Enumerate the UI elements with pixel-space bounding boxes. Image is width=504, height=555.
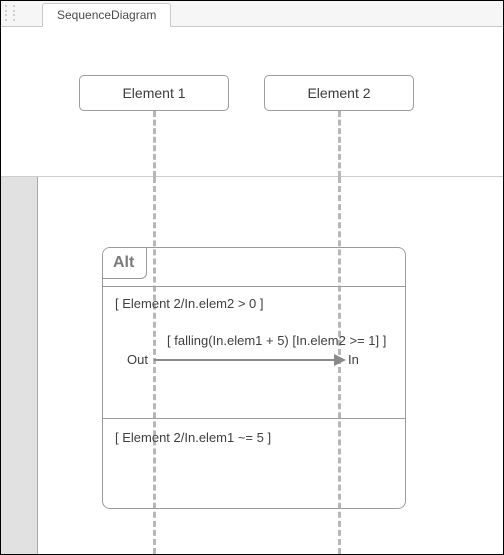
operand-2-guard[interactable]: [ Element 2/In.elem1 ~= 5 ] bbox=[115, 430, 271, 445]
tab-sequence-diagram[interactable]: SequenceDiagram bbox=[42, 3, 171, 27]
operand-divider-2 bbox=[103, 418, 405, 419]
lifeline-element-1[interactable]: Element 1 bbox=[79, 75, 229, 111]
lifeline-line-element-2 bbox=[338, 111, 341, 177]
message-1-from-label: Out bbox=[127, 352, 148, 367]
message-1-arrow[interactable] bbox=[154, 352, 344, 368]
lifeline-header-area: Element 1 Element 2 bbox=[1, 27, 503, 177]
message-1-to-label: In bbox=[348, 352, 359, 367]
operand-divider-1 bbox=[103, 286, 405, 287]
lifeline-element-2[interactable]: Element 2 bbox=[264, 75, 414, 111]
message-1-label[interactable]: [ falling(In.elem1 + 5) [In.elem2 >= 1] … bbox=[167, 333, 386, 348]
fragment-operator-label: Alt bbox=[103, 248, 147, 279]
tab-bar: SequenceDiagram bbox=[1, 1, 503, 27]
lifeline-line-element-1 bbox=[153, 111, 156, 177]
alt-fragment[interactable]: Alt [ Element 2/In.elem2 > 0 ] [ falling… bbox=[102, 247, 406, 509]
diagram-body: Alt [ Element 2/In.elem2 > 0 ] [ falling… bbox=[1, 177, 503, 554]
drag-handle-icon[interactable] bbox=[5, 5, 19, 21]
operand-1-guard[interactable]: [ Element 2/In.elem2 > 0 ] bbox=[115, 296, 264, 311]
diagram-frame: SequenceDiagram Element 1 Element 2 Alt … bbox=[0, 0, 504, 555]
left-gutter bbox=[1, 177, 37, 554]
